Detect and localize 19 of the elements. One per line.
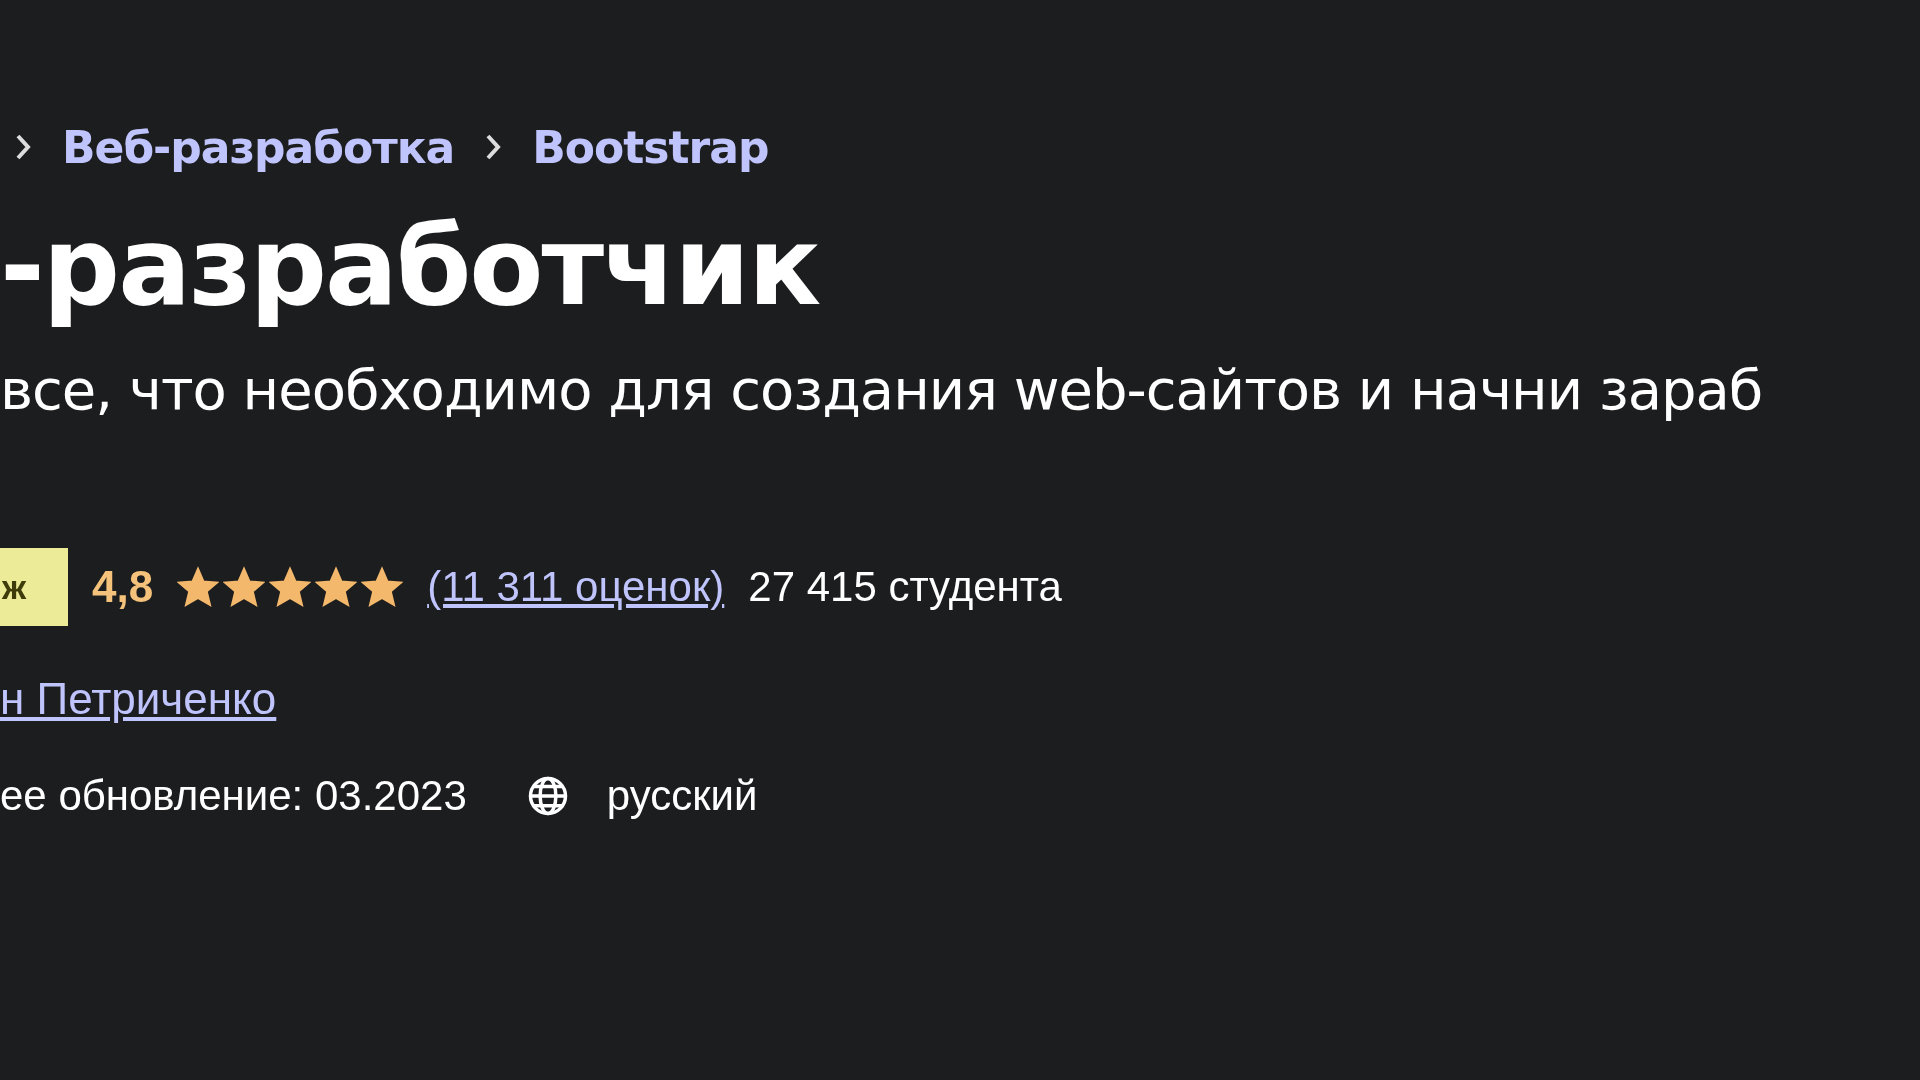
chevron-right-icon	[484, 132, 503, 162]
course-title: -разработчик	[0, 203, 821, 331]
star-icon	[315, 566, 358, 608]
students-count: 27 415 студента	[748, 563, 1062, 611]
rating-value: 4,8	[92, 562, 154, 612]
ratings-count-link[interactable]: (11 311 оценок)	[427, 563, 725, 611]
breadcrumb-link[interactable]: Веб-разработка	[62, 121, 455, 173]
author-link[interactable]: н Петриченко	[0, 674, 277, 724]
star-icon	[361, 566, 404, 608]
star-icon	[177, 566, 220, 608]
last-updated: ее обновление: 03.2023	[0, 772, 467, 820]
chevron-right-icon	[14, 132, 32, 162]
course-language: русский	[606, 772, 758, 820]
globe-icon	[526, 775, 569, 817]
star-icon	[223, 566, 266, 608]
course-subtitle: все, что необходимо для создания web-сайтов и начни зараб	[0, 356, 1764, 424]
breadcrumb-link[interactable]: Bootstrap	[532, 121, 769, 173]
bestseller-badge: ж	[0, 548, 68, 626]
star-icon	[269, 566, 312, 608]
